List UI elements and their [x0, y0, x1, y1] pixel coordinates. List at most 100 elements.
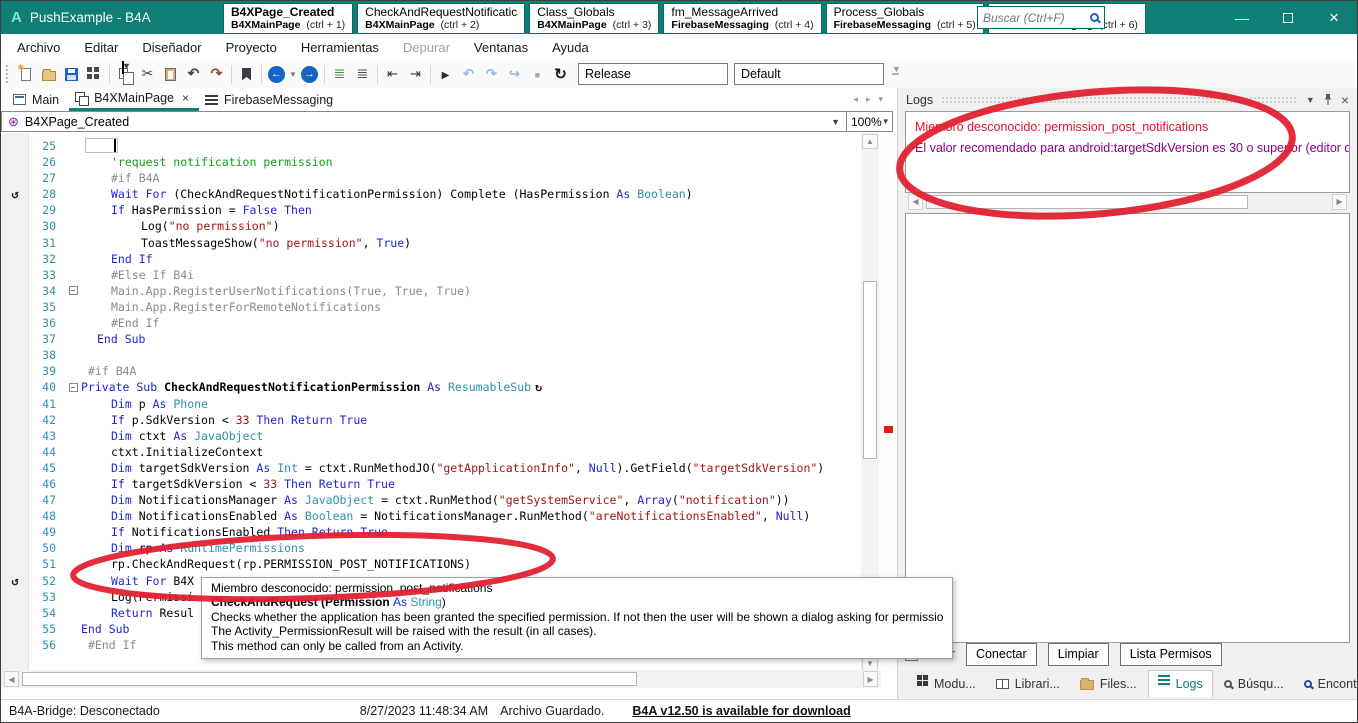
scroll-right-icon[interactable]: ▶	[1332, 194, 1347, 210]
code-line-46[interactable]: 46If targetSdkVersion < 33 Then Return T…	[1, 476, 861, 492]
save-button[interactable]	[60, 63, 83, 85]
quick-tab-b4xpage-created[interactable]: B4XPage_CreatedB4XMainPage (ctrl + 1)	[223, 3, 353, 34]
code-line-50[interactable]: 50Dim rp As RuntimePermissions	[1, 540, 861, 556]
code-line-25[interactable]: 25	[1, 138, 861, 154]
code-line-26[interactable]: 26'request notification permission	[1, 154, 861, 170]
code-line-36[interactable]: 36#End If	[1, 315, 861, 331]
horizontal-scroll-thumb[interactable]	[22, 672, 637, 686]
pin-icon[interactable]	[1323, 93, 1333, 106]
editor-horizontal-scrollbar[interactable]: ◀ ▶	[1, 670, 881, 688]
forward-button[interactable]: →	[298, 63, 321, 85]
close-panel-icon[interactable]: ×	[1341, 92, 1349, 108]
step-over-button[interactable]	[480, 63, 503, 85]
lista-permisos-button[interactable]: Lista Permisos	[1120, 643, 1222, 666]
indent-button[interactable]	[404, 63, 427, 85]
back-history-caret-icon[interactable]: ▼	[288, 70, 298, 79]
code-line-39[interactable]: 39#if B4A	[1, 363, 861, 379]
paste-button[interactable]	[159, 63, 182, 85]
log-horizontal-scrollbar[interactable]: ◀ ▶	[905, 194, 1350, 209]
code-line-33[interactable]: 33#Else If B4i	[1, 267, 861, 283]
code-line-40[interactable]: 40−Private Sub CheckAndRequestNotificati…	[1, 379, 861, 395]
menu-depurar[interactable]: Depurar	[391, 36, 462, 59]
log-message-list[interactable]: Miembro desconocido: permission_post_not…	[905, 111, 1350, 193]
outdent-button[interactable]	[381, 63, 404, 85]
editor-tab-firebasemessaging[interactable]: FirebaseMessaging	[199, 88, 343, 111]
quick-tab-fm-messagearrived[interactable]: fm_MessageArrivedFirebaseMessaging (ctrl…	[663, 3, 821, 34]
scroll-right-icon[interactable]: ▶	[863, 671, 878, 687]
editor-tab-b4xmainpage[interactable]: B4XMainPage×	[69, 88, 199, 111]
panel-menu-icon[interactable]: ▼	[1306, 95, 1315, 105]
code-line-47[interactable]: 47Dim NotificationsManager As JavaObject…	[1, 492, 861, 508]
update-link[interactable]: B4A v12.50 is available for download	[632, 704, 850, 718]
redo-button[interactable]	[205, 63, 228, 85]
code-line-37[interactable]: 37End Sub	[1, 331, 861, 347]
menu-dise-ador[interactable]: Diseñador	[130, 36, 213, 59]
stop-button[interactable]	[526, 63, 549, 85]
menu-ventanas[interactable]: Ventanas	[462, 36, 540, 59]
code-line-34[interactable]: 34−Main.App.RegisterUserNotifications(Tr…	[1, 283, 861, 299]
code-line-30[interactable]: 30Log("no permission")	[1, 218, 861, 234]
comment-button[interactable]	[328, 63, 351, 85]
run-button[interactable]	[434, 63, 457, 85]
code-line-48[interactable]: 48Dim NotificationsEnabled As Boolean = …	[1, 508, 861, 524]
code-line-49[interactable]: 49If NotificationsEnabled Then Return Tr…	[1, 524, 861, 540]
code-line-42[interactable]: 42If p.SdkVersion < 33 Then Return True	[1, 412, 861, 428]
quick-tab-checkandrequestnotificatic[interactable]: CheckAndRequestNotificaticB4XMainPage (c…	[357, 3, 525, 34]
panel-tab-librari[interactable]: Librari...	[987, 670, 1069, 697]
tab-scroll-right-icon[interactable]: ▸	[866, 94, 871, 105]
quick-search-box[interactable]	[977, 6, 1105, 29]
error-marker[interactable]	[884, 426, 893, 433]
log-scroll-thumb[interactable]	[926, 195, 1248, 209]
scroll-up-icon[interactable]: ▲	[862, 134, 878, 149]
new-file-button[interactable]	[14, 63, 37, 85]
panel-tab-modu[interactable]: Modu...	[908, 670, 985, 697]
sub-selector-combo[interactable]: ⊛ B4XPage_Created ▼	[1, 111, 847, 132]
conectar-button[interactable]: Conectar	[966, 643, 1037, 666]
menu-archivo[interactable]: Archivo	[5, 36, 72, 59]
code-line-28[interactable]: ↺28Wait For (CheckAndRequestNotification…	[1, 186, 861, 202]
code-line-27[interactable]: 27#if B4A	[1, 170, 861, 186]
panel-tab-files[interactable]: Files...	[1071, 670, 1146, 697]
scroll-left-icon[interactable]: ◀	[908, 194, 923, 210]
fold-collapse-icon[interactable]: −	[69, 383, 78, 392]
close-tab-icon[interactable]: ×	[182, 91, 189, 105]
build-config-combo[interactable]: Release ▼	[578, 63, 728, 85]
limpiar-button[interactable]: Limpiar	[1048, 643, 1109, 666]
code-line-35[interactable]: 35Main.App.RegisterForRemoteNotification…	[1, 299, 861, 315]
toolbar-overflow-icon[interactable]: ▼▔	[892, 64, 901, 85]
minimize-button[interactable]: —	[1219, 1, 1265, 34]
fold-collapse-icon[interactable]: −	[69, 286, 78, 295]
vertical-scroll-thumb[interactable]	[863, 281, 877, 459]
panel-tab-encontr[interactable]: Encontr...	[1295, 670, 1358, 697]
code-line-31[interactable]: 31ToastMessageShow("no permission", True…	[1, 235, 861, 251]
quick-search-input[interactable]	[983, 11, 1090, 25]
maximize-button[interactable]	[1265, 1, 1311, 34]
menu-editar[interactable]: Editar	[72, 36, 130, 59]
log-output-area[interactable]	[905, 213, 1350, 643]
quick-tab-process-globals[interactable]: Process_GlobalsFirebaseMessaging (ctrl +…	[826, 3, 984, 34]
tab-scroll-left-icon[interactable]: ◂	[853, 94, 858, 105]
rebuild-button[interactable]	[549, 63, 572, 85]
code-line-32[interactable]: 32End If	[1, 251, 861, 267]
code-line-29[interactable]: 29If HasPermission = False Then	[1, 202, 861, 218]
back-button[interactable]: ←	[265, 63, 288, 85]
zoom-combo[interactable]: 100% ▼	[847, 111, 893, 132]
modules-grid-button[interactable]	[83, 63, 106, 85]
menu-proyecto[interactable]: Proyecto	[214, 36, 289, 59]
code-line-43[interactable]: 43Dim ctxt As JavaObject	[1, 428, 861, 444]
code-line-41[interactable]: 41Dim p As Phone	[1, 396, 861, 412]
step-into-button[interactable]	[503, 63, 526, 85]
panel-tab-b-squ[interactable]: Búsqu...	[1215, 670, 1293, 697]
menu-ayuda[interactable]: Ayuda	[540, 36, 601, 59]
code-line-38[interactable]: 38	[1, 347, 861, 363]
cut-button[interactable]	[136, 63, 159, 85]
undo-button[interactable]	[182, 63, 205, 85]
open-project-button[interactable]	[37, 63, 60, 85]
resume-button[interactable]	[457, 63, 480, 85]
editor-tab-main[interactable]: Main	[7, 88, 69, 111]
tab-list-icon[interactable]: ▾	[878, 94, 883, 105]
panel-tab-logs[interactable]: Logs	[1148, 670, 1213, 697]
code-line-51[interactable]: 51rp.CheckAndRequest(rp.PERMISSION_POST_…	[1, 556, 861, 572]
bookmark-button[interactable]	[235, 63, 258, 85]
menu-herramientas[interactable]: Herramientas	[289, 36, 391, 59]
